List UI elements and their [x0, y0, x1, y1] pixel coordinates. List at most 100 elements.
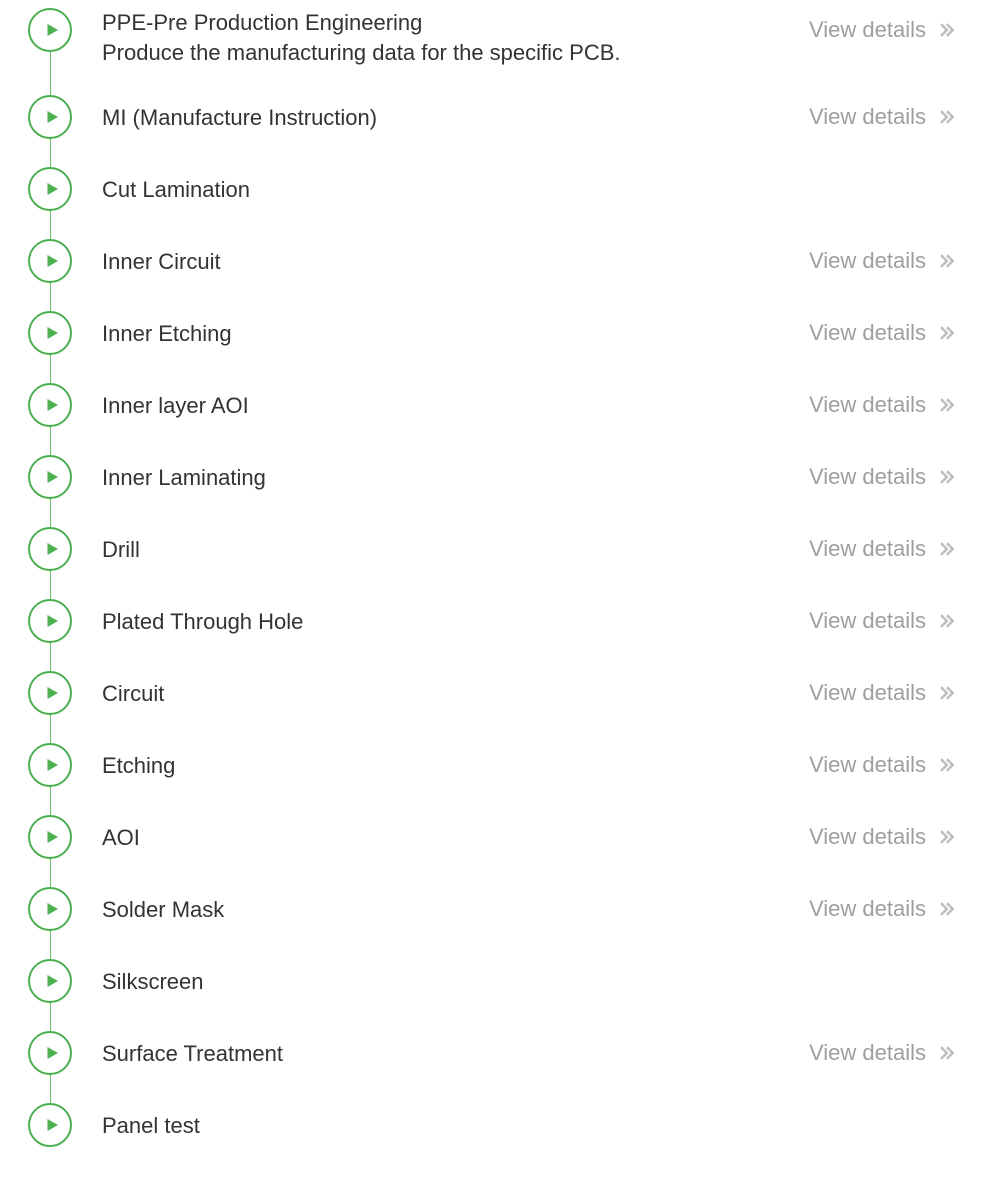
view-details-label: View details [809, 896, 926, 922]
step-content: MI (Manufacture Instruction) View details [72, 95, 956, 139]
play-icon[interactable] [28, 455, 72, 499]
step-content: Cut Lamination [72, 167, 956, 211]
view-details-label: View details [809, 320, 926, 346]
step-subtitle: Produce the manufacturing data for the s… [102, 38, 621, 68]
view-details-label: View details [809, 248, 926, 274]
step-title: Plated Through Hole [102, 607, 303, 637]
view-details-link[interactable]: View details [809, 887, 956, 931]
timeline-step: Panel test [28, 1103, 956, 1147]
play-icon[interactable] [28, 239, 72, 283]
step-title: Solder Mask [102, 895, 224, 925]
chevron-double-right-icon [936, 899, 956, 919]
step-text: Cut Lamination [102, 167, 250, 211]
step-text: Inner Circuit [102, 239, 221, 283]
step-text: Etching [102, 743, 175, 787]
step-content: Plated Through Hole View details [72, 599, 956, 643]
timeline-step: Inner EtchingView details [28, 311, 956, 355]
step-content: DrillView details [72, 527, 956, 571]
step-title: MI (Manufacture Instruction) [102, 103, 377, 133]
step-content: Inner Laminating View details [72, 455, 956, 499]
play-icon[interactable] [28, 1103, 72, 1147]
view-details-label: View details [809, 17, 926, 43]
chevron-double-right-icon [936, 827, 956, 847]
view-details-link[interactable]: View details [809, 527, 956, 571]
step-title: Circuit [102, 679, 164, 709]
play-icon[interactable] [28, 671, 72, 715]
timeline-step: Solder Mask View details [28, 887, 956, 931]
step-text: Inner layer AOI [102, 383, 249, 427]
view-details-link[interactable]: View details [809, 599, 956, 643]
view-details-link[interactable]: View details [809, 8, 956, 52]
timeline-step: Inner layer AOI View details [28, 383, 956, 427]
view-details-link[interactable]: View details [809, 815, 956, 859]
step-content: Solder Mask View details [72, 887, 956, 931]
play-icon[interactable] [28, 311, 72, 355]
play-icon[interactable] [28, 887, 72, 931]
view-details-label: View details [809, 392, 926, 418]
play-icon[interactable] [28, 599, 72, 643]
view-details-link[interactable]: View details [809, 743, 956, 787]
play-icon[interactable] [28, 95, 72, 139]
step-text: Circuit [102, 671, 164, 715]
view-details-label: View details [809, 608, 926, 634]
timeline-step: Inner Circuit View details [28, 239, 956, 283]
step-text: Panel test [102, 1103, 200, 1147]
step-title: Surface Treatment [102, 1039, 283, 1069]
view-details-label: View details [809, 1040, 926, 1066]
timeline-step: Inner Laminating View details [28, 455, 956, 499]
view-details-link[interactable]: View details [809, 239, 956, 283]
view-details-label: View details [809, 824, 926, 850]
step-title: Etching [102, 751, 175, 781]
chevron-double-right-icon [936, 539, 956, 559]
step-content: Surface Treatment View details [72, 1031, 956, 1075]
timeline-step: Circuit View details [28, 671, 956, 715]
play-icon[interactable] [28, 1031, 72, 1075]
timeline-step: MI (Manufacture Instruction) View details [28, 95, 956, 139]
view-details-link[interactable]: View details [809, 1031, 956, 1075]
chevron-double-right-icon [936, 395, 956, 415]
view-details-link[interactable]: View details [809, 95, 956, 139]
view-details-label: View details [809, 536, 926, 562]
chevron-double-right-icon [936, 251, 956, 271]
timeline-step: AOI View details [28, 815, 956, 859]
play-icon[interactable] [28, 959, 72, 1003]
chevron-double-right-icon [936, 107, 956, 127]
step-content: Inner layer AOI View details [72, 383, 956, 427]
view-details-link[interactable]: View details [809, 383, 956, 427]
step-text: Plated Through Hole [102, 599, 303, 643]
timeline-step: Cut Lamination [28, 167, 956, 211]
play-icon[interactable] [28, 815, 72, 859]
step-content: Silkscreen [72, 959, 956, 1003]
chevron-double-right-icon [936, 1043, 956, 1063]
step-title: Inner Circuit [102, 247, 221, 277]
view-details-link[interactable]: View details [809, 311, 956, 355]
play-icon[interactable] [28, 167, 72, 211]
step-title: Inner layer AOI [102, 391, 249, 421]
view-details-label: View details [809, 104, 926, 130]
view-details-link[interactable]: View details [809, 671, 956, 715]
step-title: Panel test [102, 1111, 200, 1141]
play-icon[interactable] [28, 8, 72, 52]
play-icon[interactable] [28, 743, 72, 787]
step-text: Silkscreen [102, 959, 203, 1003]
step-title: Inner Laminating [102, 463, 266, 493]
step-content: Etching View details [72, 743, 956, 787]
step-content: Circuit View details [72, 671, 956, 715]
step-text: PPE-Pre Production EngineeringProduce th… [102, 8, 621, 67]
step-content: AOI View details [72, 815, 956, 859]
step-text: Inner Laminating [102, 455, 266, 499]
chevron-double-right-icon [936, 467, 956, 487]
step-content: Panel test [72, 1103, 956, 1147]
step-title: PPE-Pre Production Engineering [102, 8, 621, 38]
timeline-step: Silkscreen [28, 959, 956, 1003]
process-timeline: PPE-Pre Production EngineeringProduce th… [28, 8, 956, 1147]
view-details-label: View details [809, 464, 926, 490]
play-icon[interactable] [28, 527, 72, 571]
step-title: AOI [102, 823, 140, 853]
view-details-link[interactable]: View details [809, 455, 956, 499]
chevron-double-right-icon [936, 611, 956, 631]
timeline-step: DrillView details [28, 527, 956, 571]
play-icon[interactable] [28, 383, 72, 427]
step-text: AOI [102, 815, 140, 859]
timeline-step: Etching View details [28, 743, 956, 787]
